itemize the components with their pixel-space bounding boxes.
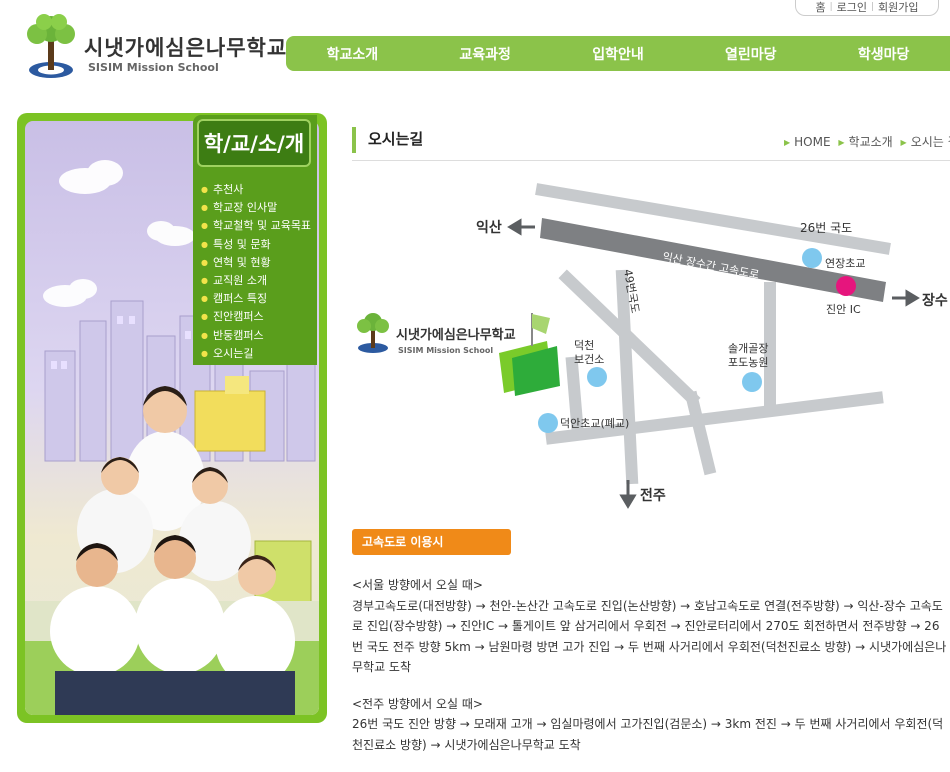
sidebar-item-philosophy[interactable]: ● 학교철학 및 교육목표 xyxy=(201,217,311,235)
jinan-ic-label: 진안 IC xyxy=(826,303,861,316)
breadcrumb-current: 오시는 길 xyxy=(910,135,950,149)
join-link[interactable]: 회원가입 xyxy=(878,0,918,15)
login-link[interactable]: 로그인 xyxy=(837,0,867,15)
direction-block: <서울 방향에서 오실 때> 경부고속도로(대전방향) → 천안-논산간 고속도… xyxy=(352,575,950,678)
direction-heading: <전주 방향에서 오실 때> xyxy=(352,696,483,711)
main-nav: 학교소개 교육과정 입학안내 열린마당 학생마당 xyxy=(286,36,950,71)
landmark-marker xyxy=(742,372,762,392)
nav-item-forum[interactable]: 열린마당 xyxy=(684,44,817,64)
bullet-icon: ● xyxy=(201,203,208,213)
health-label-1: 덕천 xyxy=(574,338,594,352)
sidebar-item-label: 교직원 소개 xyxy=(212,273,268,287)
iksan-label: 익산 xyxy=(476,219,502,236)
location-map: 익산 장수간 고속도로 익산 장수 전주 26번 국도 49번국도 연장초교 진… xyxy=(357,183,948,509)
bullet-icon: ● xyxy=(201,257,208,267)
bullet-icon: ● xyxy=(201,239,208,249)
farm-label-2: 포도농원 xyxy=(728,356,768,369)
dukan-label: 덕안초교(폐교) xyxy=(560,417,629,430)
bullet-icon: ● xyxy=(201,275,208,285)
sidebar-item-principal[interactable]: ● 학교장 인사말 xyxy=(201,199,311,217)
jeonju-label: 전주 xyxy=(640,487,666,504)
health-label-2: 보건소 xyxy=(574,353,604,366)
nav-item-admission[interactable]: 입학안내 xyxy=(552,44,685,64)
tree-logo-icon xyxy=(27,14,75,78)
arrow-right-icon xyxy=(905,289,920,307)
logo-subtitle: SISIM Mission School xyxy=(88,61,219,74)
landmark-marker xyxy=(538,413,558,433)
bullet-icon: ● xyxy=(201,185,208,194)
sidebar-item-campus[interactable]: ● 캠퍼스 특징 xyxy=(201,290,311,308)
sidebar-item-culture[interactable]: ● 특성 및 문화 xyxy=(201,236,311,254)
divider xyxy=(352,160,950,161)
direction-route: 26번 국도 진안 방향 → 모래재 고개 → 임실마령에서 고가진입(검문소)… xyxy=(352,717,944,752)
landmark-marker xyxy=(587,367,607,387)
sidebar-item-label: 연혁 및 현황 xyxy=(212,255,271,269)
utility-links: 홈 | 로그인 | 회원가입 xyxy=(795,0,939,16)
divider: | xyxy=(871,1,875,12)
sidebar-item-label: 반둥캠퍼스 xyxy=(212,328,264,342)
school-logo[interactable]: 시냇가에심은나무학교 SISIM Mission School xyxy=(20,12,288,82)
breadcrumb: ▶HOME ▶학교소개 ▶오시는 길 xyxy=(780,133,950,150)
sidebar-item-label: 캠퍼스 특징 xyxy=(212,292,268,306)
page-title: 오시는길 xyxy=(368,130,424,148)
sidebar-item-label: 진안캠퍼스 xyxy=(212,310,264,324)
map-road xyxy=(565,356,584,430)
arrow-down-icon xyxy=(619,494,637,509)
bullet-icon: ● xyxy=(201,330,208,340)
map-school-sub: SISIM Mission School xyxy=(398,346,493,355)
home-link[interactable]: 홈 xyxy=(815,0,825,15)
sidebar-title: 학/교/소/개 xyxy=(197,119,311,167)
sidebar-item-label: 학교철학 및 교육목표 xyxy=(212,219,312,233)
left-panel: 학/교/소/개 ● 추천사 ● 학교장 인사말 ● 학교철학 및 교육목표 ● 특성 및… xyxy=(17,113,327,723)
breadcrumb-home[interactable]: HOME xyxy=(794,135,830,149)
nav-item-students[interactable]: 학생마당 xyxy=(817,44,950,64)
map-road xyxy=(684,390,717,476)
map-school-name: 시냇가에심은나무학교 xyxy=(396,327,516,343)
yeonjang-label: 연장초교 xyxy=(825,257,865,270)
sidebar-item-directions[interactable]: ● 오시는길 xyxy=(201,345,311,363)
nav-item-curriculum[interactable]: 교육과정 xyxy=(419,44,552,64)
directions-text: <서울 방향에서 오실 때> 경부고속도로(대전방향) → 천안-논산간 고속도… xyxy=(352,575,950,771)
direction-block: <전주 방향에서 오실 때> 26번 국도 진안 방향 → 모래재 고개 → 임… xyxy=(352,694,950,756)
nav-item-about[interactable]: 학교소개 xyxy=(286,44,419,64)
farm-label-1: 솔개골장 xyxy=(728,342,768,355)
bullet-icon: ● xyxy=(201,221,208,231)
bullet-icon: ● xyxy=(201,294,208,304)
section-badge: 고속도로 이용시 xyxy=(352,529,511,555)
sidebar-item-label: 추천사 xyxy=(212,183,244,196)
title-accent xyxy=(352,127,356,153)
sidebar-item-bandung-campus[interactable]: ● 반둥캠퍼스 xyxy=(201,327,311,345)
school-building-icon xyxy=(499,313,560,396)
school-logo-small: 시냇가에심은나무학교 SISIM Mission School xyxy=(357,313,516,355)
arrow-left-icon xyxy=(507,218,522,236)
route26-label: 26번 국도 xyxy=(800,221,852,235)
sidebar-item-history[interactable]: ● 연혁 및 현황 xyxy=(201,254,311,272)
sidebar-item-recommendation[interactable]: ● 추천사 xyxy=(201,181,311,199)
logo-title: 시냇가에심은나무학교 xyxy=(84,36,288,60)
triangle-right-icon: ▶ xyxy=(838,138,845,147)
bullet-icon: ● xyxy=(201,348,208,358)
landmark-marker xyxy=(802,248,822,268)
direction-route: 경부고속도로(대전방향) → 천안-논산간 고속도로 진입(논산방향) → 호남… xyxy=(352,598,947,675)
sidebar-item-label: 학교장 인사말 xyxy=(212,201,278,215)
direction-heading: <서울 방향에서 오실 때> xyxy=(352,578,483,592)
jangsu-label: 장수 xyxy=(922,292,948,309)
sidebar-item-label: 특성 및 문화 xyxy=(212,237,271,251)
triangle-right-icon: ▶ xyxy=(900,138,907,147)
divider: | xyxy=(829,1,833,12)
sidebar-item-staff[interactable]: ● 교직원 소개 xyxy=(201,272,311,290)
sidebar-item-label: 오시는길 xyxy=(212,346,254,360)
bullet-icon: ● xyxy=(201,312,208,322)
breadcrumb-section[interactable]: 학교소개 xyxy=(849,135,893,149)
sidebar-item-jinan-campus[interactable]: ● 진안캠퍼스 xyxy=(201,308,311,326)
sidebar-submenu: 학/교/소/개 ● 추천사 ● 학교장 인사말 ● 학교철학 및 교육목표 ● 특성 및… xyxy=(193,115,317,365)
triangle-right-icon: ▶ xyxy=(784,138,791,147)
jinan-ic-marker xyxy=(836,276,856,296)
